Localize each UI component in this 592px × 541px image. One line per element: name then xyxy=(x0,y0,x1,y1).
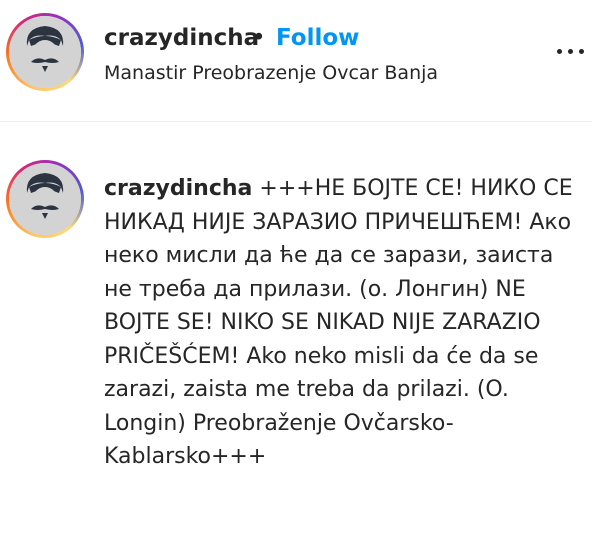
caption: crazydincha +++НЕ БОЈТЕ СЕ! НИКО СЕ НИКА… xyxy=(104,172,574,474)
separator-dot: • xyxy=(252,25,266,51)
more-options-icon[interactable] xyxy=(555,33,587,54)
profile-avatar[interactable] xyxy=(6,13,84,91)
avatar-image xyxy=(9,16,81,88)
avatar-image xyxy=(9,163,81,235)
comment-avatar[interactable] xyxy=(6,160,84,238)
post-header: crazydincha • Follow Manastir Preobrazen… xyxy=(0,0,592,122)
username-link[interactable]: crazydincha xyxy=(104,25,259,51)
follow-button[interactable]: Follow xyxy=(276,25,359,51)
caption-text: +++НЕ БОЈТЕ СЕ! НИКО СЕ НИКАД НИЈЕ ЗАРАЗ… xyxy=(104,176,573,469)
mustache-face-icon xyxy=(9,163,81,235)
mustache-face-icon xyxy=(9,16,81,88)
location-link[interactable]: Manastir Preobrazenje Ovcar Banja xyxy=(104,62,438,84)
caption-username[interactable]: crazydincha xyxy=(104,176,252,201)
